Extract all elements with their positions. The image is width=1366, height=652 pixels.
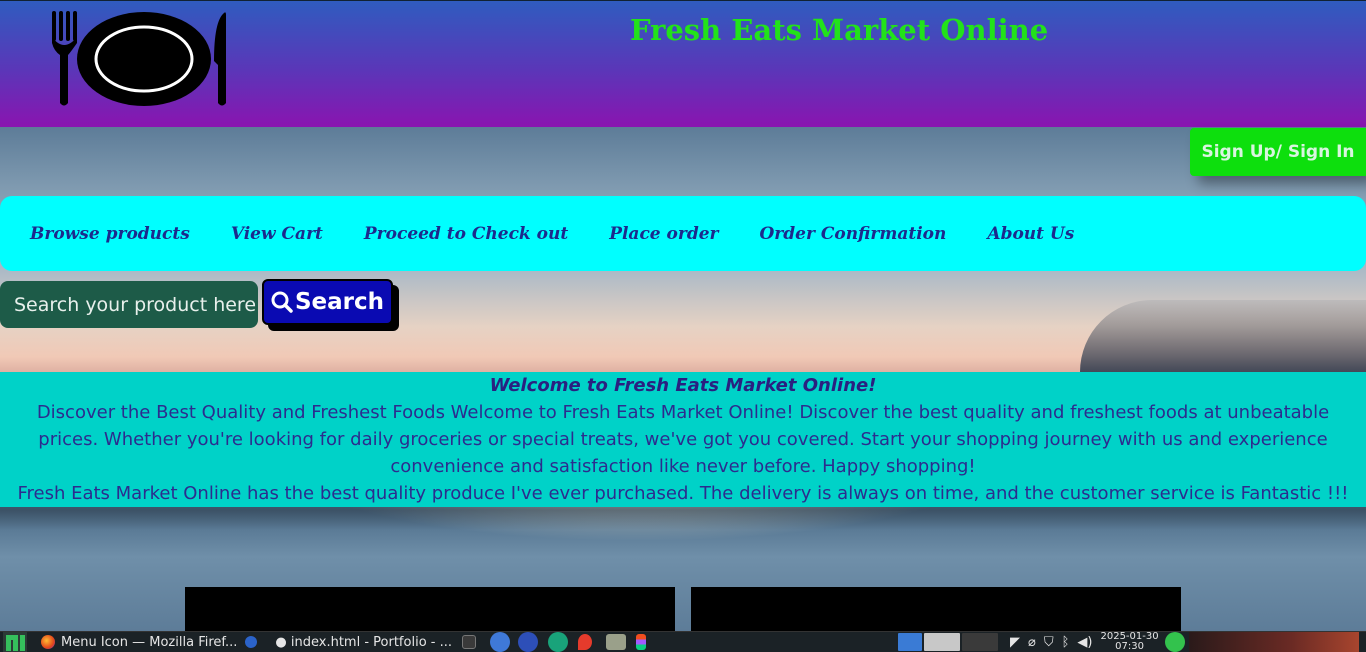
volume-icon[interactable]: ◀) — [1077, 635, 1092, 650]
vscodium-icon — [245, 636, 258, 648]
firefox-icon — [41, 635, 55, 649]
welcome-section: Welcome to Fresh Eats Market Online! Dis… — [0, 372, 1366, 507]
map-pin-icon — [578, 634, 592, 650]
nav-checkout[interactable]: Proceed to Check out — [364, 224, 568, 244]
code-icon — [490, 632, 510, 652]
folder-icon — [606, 634, 626, 650]
nav-browse-products[interactable]: Browse products — [30, 224, 190, 244]
browser-launcher[interactable] — [518, 632, 538, 652]
maps-launcher[interactable] — [578, 632, 592, 652]
manjaro-icon — [3, 632, 27, 652]
workspace-switcher[interactable] — [898, 632, 998, 652]
attachment-icon[interactable]: ⌀ — [1028, 635, 1036, 650]
shield-icon[interactable]: ⛉ — [1044, 635, 1054, 650]
clock[interactable]: 2025-01-30 07:30 — [1100, 632, 1158, 652]
app-menu-button[interactable] — [3, 632, 27, 652]
search-button[interactable]: Search — [262, 279, 393, 325]
cloud-shape — [1080, 300, 1366, 372]
main-nav: Browse products View Cart Proceed to Che… — [0, 196, 1366, 271]
nav-about-us[interactable]: About Us — [987, 224, 1074, 244]
figma-launcher[interactable] — [636, 632, 646, 652]
browser-icon — [518, 632, 538, 652]
terminal-launcher[interactable] — [462, 632, 476, 652]
welcome-body: Discover the Best Quality and Freshest F… — [36, 402, 1330, 477]
nav-place-order[interactable]: Place order — [609, 224, 718, 244]
site-title: Fresh Eats Market Online — [630, 13, 1049, 47]
os-taskbar: Menu Icon — Mozilla Firef... ● index.htm… — [0, 631, 1366, 652]
nav-order-confirmation[interactable]: Order Confirmation — [759, 224, 946, 244]
chromium-launcher[interactable] — [548, 632, 568, 652]
bluetooth-icon[interactable]: ᛒ — [1062, 635, 1070, 650]
update-button[interactable] — [1164, 632, 1185, 652]
terminal-icon — [462, 635, 476, 649]
search-input[interactable] — [0, 281, 258, 328]
product-card — [185, 587, 675, 633]
clock-time: 07:30 — [1115, 641, 1144, 652]
welcome-heading: Welcome to Fresh Eats Market Online! — [489, 375, 877, 396]
wifi-icon[interactable]: ◤ — [1010, 635, 1020, 650]
plate-fork-knife-icon — [52, 11, 226, 106]
system-tray: ◤ ⌀ ⛉ ᛒ ◀) — [1010, 632, 1092, 652]
figma-icon — [636, 634, 646, 650]
chromium-icon — [548, 632, 568, 652]
files-launcher[interactable] — [606, 632, 626, 652]
signin-button[interactable]: Sign Up/ Sign In — [1190, 128, 1366, 176]
workspace-3 — [962, 633, 998, 651]
product-card — [691, 587, 1181, 633]
testimonial-text: Fresh Eats Market Online has the best qu… — [17, 483, 1349, 504]
workspace-2 — [924, 633, 960, 651]
taskbar-window-editor[interactable]: ● index.html - Portfolio - ... — [245, 632, 452, 652]
update-icon — [1164, 632, 1185, 652]
site-header: Fresh Eats Market Online — [0, 0, 1366, 127]
workspace-1 — [898, 633, 922, 651]
nav-view-cart[interactable]: View Cart — [231, 224, 323, 244]
desktop-peek[interactable] — [1188, 631, 1359, 652]
search-button-label: Search — [294, 289, 385, 315]
code-launcher[interactable] — [490, 632, 510, 652]
taskbar-window-firefox[interactable]: Menu Icon — Mozilla Firef... — [41, 632, 237, 652]
search-icon — [271, 291, 293, 313]
